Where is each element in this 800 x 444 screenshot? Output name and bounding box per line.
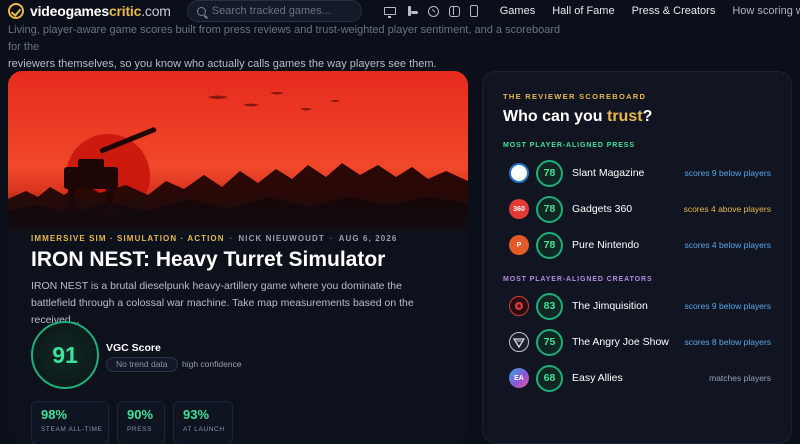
site-logo[interactable]: videogamescritic.com (8, 3, 171, 19)
search-icon (196, 6, 206, 16)
press-group-label: MOST PLAYER-ALIGNED PRESS (503, 142, 635, 149)
jimquisition-avatar (509, 296, 529, 316)
angry-joe-show-avatar (509, 332, 529, 352)
nav-press-creators[interactable]: Press & Creators (632, 5, 716, 17)
reviewer-name: The Angry Joe Show (572, 336, 669, 348)
alignment-note: scores 4 below players (684, 240, 771, 250)
confidence-text: high confidence (182, 359, 242, 369)
jimquisition-logo-icon (515, 302, 523, 310)
vgc-score-value: 91 (52, 341, 78, 368)
angry-joe-logo-icon (513, 338, 525, 348)
platform-filters (383, 5, 478, 18)
reviewer-score: 75 (536, 328, 563, 356)
press-row-gadgets-360[interactable]: 360 78 Gadgets 360 scores 4 above player… (509, 194, 771, 224)
creator-row-angry-joe-show[interactable]: 75 The Angry Joe Show scores 8 below pla… (509, 327, 771, 357)
mobile-icon[interactable] (469, 5, 478, 17)
game-description: IRON NEST is a brutal dieselpunk heavy-a… (31, 280, 414, 326)
trend-badge: No trend data (106, 357, 178, 372)
reviewer-name: Gadgets 360 (572, 203, 633, 215)
gadgets-360-logo: 360 (509, 199, 529, 219)
intro-line-1: Living, player-aware game scores built f… (8, 24, 561, 53)
vgc-score-label: VGC Score (106, 342, 161, 354)
alignment-note: scores 9 below players (684, 301, 771, 311)
pure-nintendo-logo: P (509, 235, 529, 255)
xbox-icon[interactable] (427, 5, 439, 17)
pc-icon[interactable] (383, 7, 396, 18)
steam-all-time-score: 98% STEAM ALL-TIME (31, 401, 109, 444)
main-nav: Games Hall of Fame Press & Creators How … (500, 5, 800, 17)
featured-game-card[interactable]: IMMERSIVE SIM · SIMULATION · ACTION · NICK… (8, 71, 468, 444)
intro-text: Living, player-aware game scores built f… (8, 22, 568, 73)
feature-meta: IMMERSIVE SIM · SIMULATION · ACTION · NICK… (31, 234, 398, 243)
genre-tags[interactable]: IMMERSIVE SIM · SIMULATION · ACTION (31, 234, 225, 243)
alignment-note: matches players (709, 373, 771, 383)
reviewer-score: 78 (536, 159, 563, 187)
author-name[interactable]: NICK NIEUWOUDT (238, 234, 325, 243)
slant-magazine-logo: S (509, 163, 529, 183)
creator-row-easy-allies[interactable]: EA 68 Easy Allies matches players (509, 363, 771, 393)
reviewer-name: Slant Magazine (572, 167, 645, 179)
switch-icon[interactable] (448, 5, 460, 17)
vgc-score-ring: 91 (31, 321, 99, 389)
scoreboard-kicker: THE REVIEWER SCOREBOARD (503, 92, 647, 101)
nav-hall-of-fame[interactable]: Hall of Fame (552, 5, 614, 17)
creator-row-jimquisition[interactable]: 83 The Jimquisition scores 9 below playe… (509, 291, 771, 321)
search-input[interactable] (211, 5, 352, 17)
press-row-slant-magazine[interactable]: S 78 Slant Magazine scores 9 below playe… (509, 158, 771, 188)
scoreboard-title: Who can you trust? (503, 108, 653, 125)
reviewer-score: 68 (536, 364, 563, 392)
reviewer-score: 78 (536, 231, 563, 259)
nav-how-scoring-works[interactable]: How scoring works (732, 5, 800, 17)
at-launch-score: 93% AT LAUNCH (173, 401, 233, 444)
alignment-note: scores 9 below players (684, 168, 771, 178)
press-score: 90% PRESS (117, 401, 165, 444)
nav-games[interactable]: Games (500, 5, 535, 17)
creators-group-label: MOST PLAYER-ALIGNED CREATORS (503, 276, 653, 283)
search-box[interactable] (186, 0, 362, 22)
easy-allies-logo: EA (509, 368, 529, 388)
logo-wordmark: videogamescritic.com (30, 3, 171, 19)
reviewer-name: Pure Nintendo (572, 239, 640, 251)
alignment-note: scores 4 above players (683, 204, 771, 214)
game-title[interactable]: IRON NEST: Heavy Turret Simulator (31, 248, 385, 272)
top-nav: videogamescritic.com Games Hall of Fame … (0, 0, 800, 22)
sub-scores: 98% STEAM ALL-TIME 90% PRESS 93% AT LAUN… (31, 401, 233, 444)
logo-check-icon (8, 3, 24, 19)
reviewer-name: The Jimquisition (572, 300, 648, 312)
playstation-icon[interactable] (406, 6, 418, 16)
reviewer-score: 83 (536, 292, 563, 320)
alignment-note: scores 8 below players (684, 337, 771, 347)
reviewer-score: 78 (536, 195, 563, 223)
reviewer-name: Easy Allies (572, 372, 623, 384)
reviewer-scoreboard: THE REVIEWER SCOREBOARD Who can you trus… (482, 71, 792, 444)
press-row-pure-nintendo[interactable]: P 78 Pure Nintendo scores 4 below player… (509, 230, 771, 260)
publish-date: AUG 6, 2026 (338, 234, 398, 243)
